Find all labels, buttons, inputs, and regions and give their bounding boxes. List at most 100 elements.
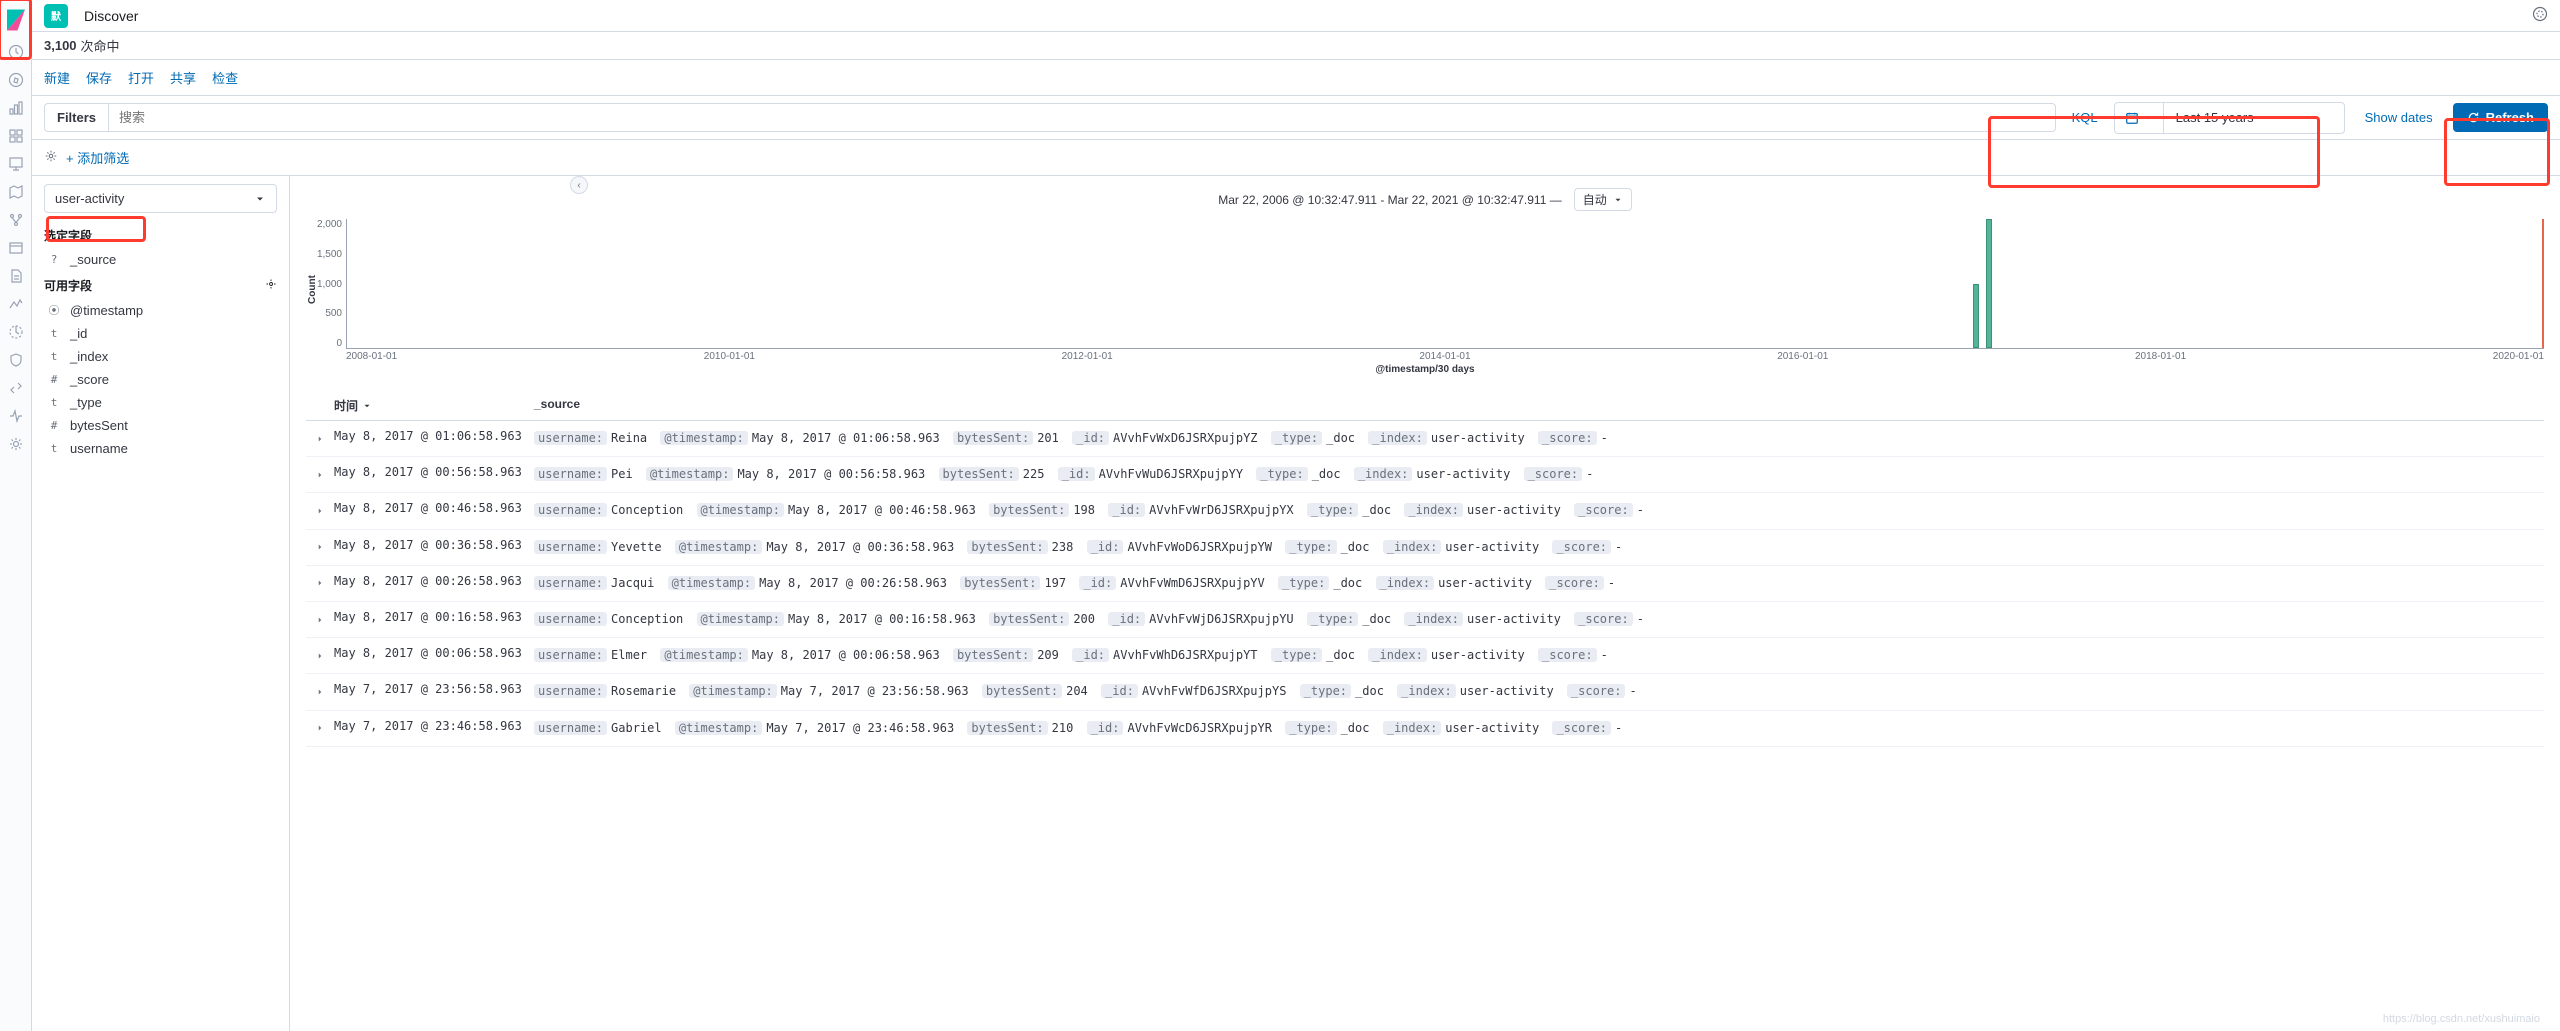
histogram-bar[interactable]: [1986, 219, 1992, 348]
chart-range-text: Mar 22, 2006 @ 10:32:47.911 - Mar 22, 20…: [1218, 193, 1561, 207]
fields-settings-icon[interactable]: [265, 278, 277, 293]
action-share[interactable]: 共享: [170, 68, 196, 87]
expand-row-icon[interactable]: [306, 610, 334, 629]
table-row: May 7, 2017 @ 23:56:58.963 username:Rose…: [306, 674, 2544, 710]
table-row: May 8, 2017 @ 00:46:58.963 username:Conc…: [306, 493, 2544, 529]
space-badge[interactable]: 默: [44, 4, 68, 28]
ytick: 500: [325, 308, 342, 319]
row-time: May 8, 2017 @ 00:56:58.963: [334, 465, 534, 484]
kibana-logo-icon[interactable]: [4, 8, 28, 32]
hits-bar: 3,100 次命中: [32, 32, 2560, 60]
filters-button[interactable]: Filters: [44, 103, 109, 132]
calendar-icon[interactable]: [2115, 103, 2164, 133]
action-new[interactable]: 新建: [44, 68, 70, 87]
nav-recent-icon[interactable]: [0, 38, 32, 66]
app-title: Discover: [84, 8, 138, 24]
sort-desc-icon: [362, 401, 372, 411]
selected-fields-header: 选定字段: [44, 227, 277, 244]
filter-settings-icon[interactable]: [44, 149, 58, 166]
search-input[interactable]: [109, 103, 2056, 132]
xtick: 2020-01-01: [2493, 351, 2544, 362]
histogram-chart[interactable]: Count 2,0001,5001,0005000: [306, 219, 2544, 349]
action-inspect[interactable]: 检查: [212, 68, 238, 87]
field-item[interactable]: #_score: [44, 368, 277, 391]
documents-table: 时间 _source May 8, 2017 @ 01:06:58.963 us…: [306, 391, 2544, 747]
nav-logs-icon[interactable]: [0, 262, 32, 290]
nav-management-icon[interactable]: [0, 430, 32, 458]
show-dates-link[interactable]: Show dates: [2365, 110, 2433, 125]
field-type-icon: ?: [46, 253, 62, 266]
table-row: May 8, 2017 @ 00:06:58.963 username:Elme…: [306, 638, 2544, 674]
histogram-bar[interactable]: [1973, 284, 1979, 349]
ytick: 2,000: [317, 219, 342, 230]
row-source: username:Reina @timestamp:May 8, 2017 @ …: [534, 429, 2544, 448]
field-item[interactable]: t_type: [44, 391, 277, 414]
help-icon[interactable]: [2532, 6, 2548, 25]
expand-row-icon[interactable]: [306, 429, 334, 448]
nav-monitoring-icon[interactable]: [0, 402, 32, 430]
row-source: username:Yevette @timestamp:May 8, 2017 …: [534, 538, 2544, 557]
field-name: username: [70, 441, 128, 456]
field-item[interactable]: #bytesSent: [44, 414, 277, 437]
expand-row-icon[interactable]: [306, 501, 334, 520]
nav-discover-icon[interactable]: [0, 66, 32, 94]
column-source-header[interactable]: _source: [534, 397, 2544, 414]
row-time: May 8, 2017 @ 00:16:58.963: [334, 610, 534, 629]
hits-label: 次命中: [81, 36, 120, 55]
nav-apm-icon[interactable]: [0, 290, 32, 318]
action-open[interactable]: 打开: [128, 68, 154, 87]
field-item[interactable]: ⦿@timestamp: [44, 298, 277, 322]
row-time: May 7, 2017 @ 23:56:58.963: [334, 682, 534, 701]
action-save[interactable]: 保存: [86, 68, 112, 87]
ytick: 1,500: [317, 249, 342, 260]
refresh-button[interactable]: Refresh: [2453, 103, 2548, 132]
ytick: 1,000: [317, 279, 342, 290]
field-name: @timestamp: [70, 303, 143, 318]
nav-maps-icon[interactable]: [0, 178, 32, 206]
nav-dashboard-icon[interactable]: [0, 122, 32, 150]
nav-siem-icon[interactable]: [0, 346, 32, 374]
interval-selector[interactable]: 自动: [1574, 188, 1632, 211]
date-picker[interactable]: Last 15 years: [2114, 102, 2345, 134]
column-time-header[interactable]: 时间: [334, 397, 534, 414]
expand-row-icon[interactable]: [306, 538, 334, 557]
nav-visualize-icon[interactable]: [0, 94, 32, 122]
available-fields-header: 可用字段: [44, 277, 277, 294]
field-item[interactable]: tusername: [44, 437, 277, 460]
expand-row-icon[interactable]: [306, 719, 334, 738]
row-time: May 7, 2017 @ 23:46:58.963: [334, 719, 534, 738]
field-name: _id: [70, 326, 87, 341]
expand-row-icon[interactable]: [306, 646, 334, 665]
add-filter-link[interactable]: + 添加筛选: [66, 148, 129, 167]
expand-row-icon[interactable]: [306, 682, 334, 701]
table-row: May 8, 2017 @ 00:26:58.963 username:Jacq…: [306, 566, 2544, 602]
row-source: username:Jacqui @timestamp:May 8, 2017 @…: [534, 574, 2544, 593]
index-pattern-selector[interactable]: user-activity: [44, 184, 277, 213]
table-row: May 8, 2017 @ 01:06:58.963 username:Rein…: [306, 421, 2544, 457]
row-time: May 8, 2017 @ 00:26:58.963: [334, 574, 534, 593]
expand-row-icon[interactable]: [306, 574, 334, 593]
field-item[interactable]: t_index: [44, 345, 277, 368]
top-header: 默 Discover: [32, 0, 2560, 32]
index-pattern-label: user-activity: [55, 191, 124, 206]
nav-metrics-icon[interactable]: [0, 234, 32, 262]
chart-header: Mar 22, 2006 @ 10:32:47.911 - Mar 22, 20…: [306, 188, 2544, 211]
nav-canvas-icon[interactable]: [0, 150, 32, 178]
field-name: _index: [70, 349, 108, 364]
collapse-sidebar-icon[interactable]: ‹: [570, 176, 588, 194]
field-name: bytesSent: [70, 418, 128, 433]
row-source: username:Gabriel @timestamp:May 7, 2017 …: [534, 719, 2544, 738]
field-name: _source: [70, 252, 116, 267]
expand-row-icon[interactable]: [306, 465, 334, 484]
search-bar: Filters KQL Last 15 years Show dates Ref…: [32, 96, 2560, 140]
nav-ml-icon[interactable]: [0, 206, 32, 234]
nav-devtools-icon[interactable]: [0, 374, 32, 402]
field-item[interactable]: t_id: [44, 322, 277, 345]
kql-toggle[interactable]: KQL: [2072, 110, 2098, 125]
date-range-text: Last 15 years: [2164, 110, 2344, 125]
nav-uptime-icon[interactable]: [0, 318, 32, 346]
watermark-text: https://blog.csdn.net/xushuimaio: [2383, 1013, 2540, 1025]
field-name: _score: [70, 372, 109, 387]
field-item[interactable]: ? _source: [44, 248, 277, 271]
field-type-icon: t: [46, 396, 62, 409]
